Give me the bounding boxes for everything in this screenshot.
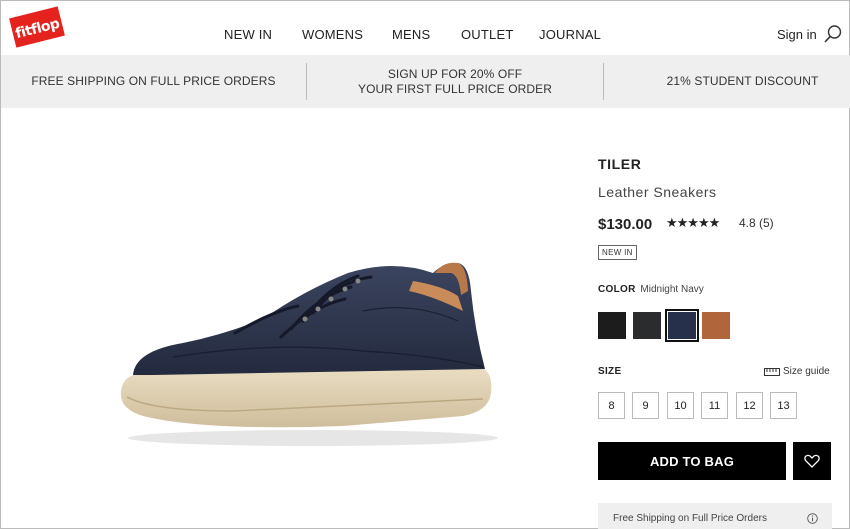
product-price: $130.00 [598, 216, 653, 233]
shipping-note-text: Free Shipping on Full Price Orders [613, 512, 767, 524]
product-name: TILER [598, 156, 642, 172]
product-subtitle: Leather Sneakers [598, 184, 717, 200]
nav-mens[interactable]: MENS [392, 27, 430, 42]
nav-journal[interactable]: JOURNAL [539, 27, 601, 42]
info-icon[interactable] [807, 513, 818, 524]
promo-signup-line1: SIGN UP FOR 20% OFF [387, 66, 523, 81]
size-option[interactable]: 12 [736, 392, 763, 419]
swatch-dark-charcoal[interactable] [633, 312, 661, 339]
promo-bar: FREE SHIPPING ON FULL PRICE ORDERS SIGN … [1, 55, 850, 108]
wishlist-button[interactable] [793, 442, 831, 480]
promo-signup-line2: YOUR FIRST FULL PRICE ORDER [357, 81, 553, 96]
add-to-bag-button[interactable]: ADD TO BAG [598, 442, 786, 480]
color-row: COLOR Midnight Navy [598, 284, 704, 295]
fitflop-logo[interactable]: fitflop [9, 6, 65, 48]
ruler-icon [764, 367, 780, 376]
size-guide-link[interactable]: Size guide [764, 366, 830, 377]
swatch-tan[interactable] [702, 312, 730, 339]
shipping-note: Free Shipping on Full Price Orders [598, 503, 832, 529]
nav-womens[interactable]: WOMENS [302, 27, 363, 42]
size-label: SIZE [598, 366, 622, 377]
nav-outlet[interactable]: OUTLET [461, 27, 513, 42]
promo-signup[interactable]: SIGN UP FOR 20% OFF YOUR FIRST FULL PRIC… [307, 55, 603, 108]
color-value: Midnight Navy [640, 284, 704, 295]
promo-student[interactable]: 21% STUDENT DISCOUNT [604, 55, 850, 108]
size-option[interactable]: 13 [770, 392, 797, 419]
swatch-midnight-navy[interactable] [665, 309, 699, 342]
color-label: COLOR [598, 284, 636, 295]
rating-stars[interactable]: ★★★★★ [666, 215, 720, 231]
size-guide-text: Size guide [783, 366, 830, 377]
sign-in-link[interactable]: Sign in [777, 27, 817, 42]
swatch-black[interactable] [598, 312, 626, 339]
heart-icon [804, 454, 820, 468]
search-icon[interactable] [823, 24, 843, 44]
promo-free-shipping-text: FREE SHIPPING ON FULL PRICE ORDERS [31, 74, 276, 88]
nav-new-in[interactable]: NEW IN [224, 27, 272, 42]
size-option[interactable]: 9 [632, 392, 659, 419]
size-option[interactable]: 11 [701, 392, 728, 419]
size-option[interactable]: 8 [598, 392, 625, 419]
product-image[interactable] [113, 251, 503, 451]
new-in-badge: NEW IN [598, 245, 637, 260]
rating-text[interactable]: 4.8 (5) [739, 216, 774, 230]
site-header: fitflop NEW IN WOMENS MENS OUTLET JOURNA… [1, 1, 850, 55]
size-option[interactable]: 10 [667, 392, 694, 419]
promo-free-shipping[interactable]: FREE SHIPPING ON FULL PRICE ORDERS [1, 55, 306, 108]
promo-student-text: 21% STUDENT DISCOUNT [666, 74, 819, 88]
